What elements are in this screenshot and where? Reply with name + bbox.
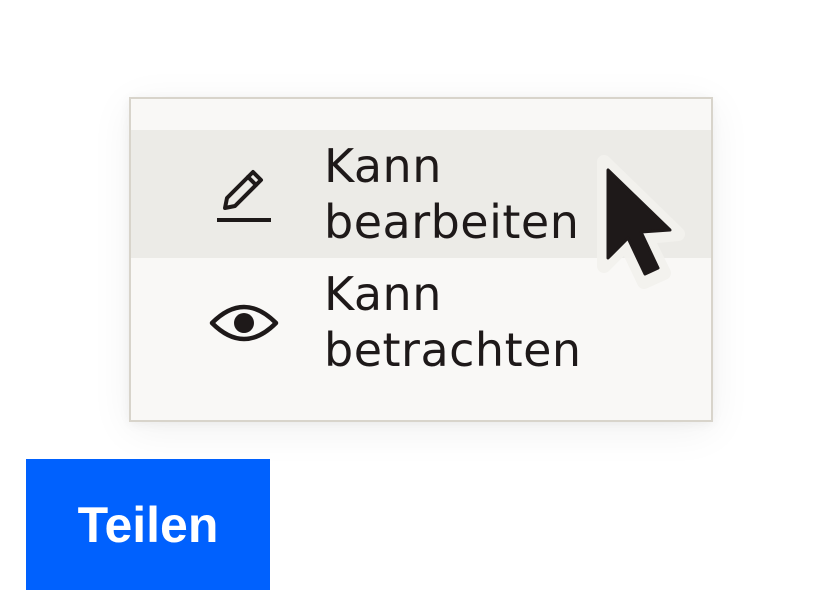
label-line-2: betrachten — [324, 323, 582, 377]
mouse-pointer-icon — [588, 148, 698, 298]
share-button[interactable]: Teilen — [26, 459, 270, 590]
pencil-icon — [209, 160, 279, 230]
eye-icon — [209, 288, 279, 358]
